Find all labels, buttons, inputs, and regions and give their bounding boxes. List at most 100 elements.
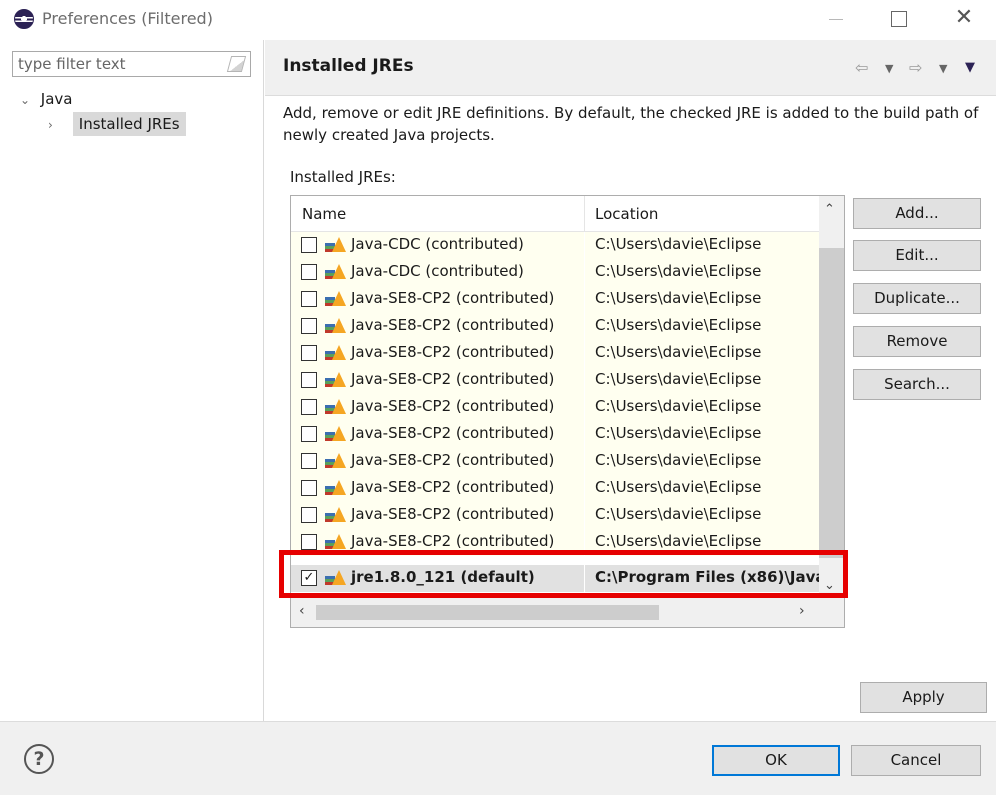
horizontal-scroll-thumb[interactable]	[316, 605, 659, 620]
name-cell[interactable]: Java-SE8-CP2 (contributed)	[291, 529, 584, 556]
duplicate-button[interactable]: Duplicate...	[853, 283, 981, 314]
scroll-down-icon[interactable]: ⌄	[824, 578, 835, 593]
tree-item-installed-jres[interactable]: › Installed JREs	[48, 112, 186, 136]
name-cell[interactable]: Java-SE8-CP2 (contributed)	[291, 502, 584, 529]
location-cell[interactable]: C:\Program Files (x86)\Java\	[585, 565, 819, 592]
table-row[interactable]: Java-SE8-CP2 (contributed) C:\Users\davie…	[291, 475, 819, 502]
checkbox[interactable]	[301, 399, 317, 415]
checkbox[interactable]	[301, 534, 317, 550]
location-cell[interactable]: C:\Users\davie\Eclipse	[585, 340, 819, 367]
vertical-scrollbar[interactable]: ⌃ ⌄	[819, 196, 844, 598]
ok-button[interactable]: OK	[712, 745, 840, 776]
table-row[interactable]: Java-SE8-CP2 (contributed) C:\Users\davie…	[291, 502, 819, 529]
checkbox[interactable]	[301, 480, 317, 496]
location-cell[interactable]: C:\Users\davie\Eclipse	[585, 394, 819, 421]
name-cell[interactable]: Java-SE8-CP2 (contributed)	[291, 421, 584, 448]
location-cell[interactable]: C:\Users\davie\Eclipse	[585, 529, 819, 556]
back-arrow-icon[interactable]: ⇦	[855, 58, 868, 77]
column-separator[interactable]	[584, 196, 585, 232]
add-button[interactable]: Add...	[853, 198, 981, 229]
help-icon[interactable]: ?	[24, 744, 54, 774]
cancel-button[interactable]: Cancel	[851, 745, 981, 776]
checkbox[interactable]	[301, 426, 317, 442]
name-cell[interactable]: ✓ jre1.8.0_121 (default)	[291, 565, 584, 592]
page-header: Installed JREs ⇦ ▼ ⇨ ▼ ▼	[265, 40, 996, 96]
checkbox[interactable]	[301, 291, 317, 307]
checkbox[interactable]	[301, 318, 317, 334]
vertical-scroll-thumb[interactable]	[819, 248, 844, 558]
name-cell[interactable]: Java-SE8-CP2 (contributed)	[291, 394, 584, 421]
jre-name: Java-SE8-CP2 (contributed)	[351, 343, 555, 361]
horizontal-scrollbar[interactable]: ‹ ›	[291, 598, 844, 627]
table-row[interactable]: Java-SE8-CP2 (contributed) C:\Users\davie…	[291, 367, 819, 394]
chevron-down-icon[interactable]: ⌄	[20, 88, 36, 112]
name-cell[interactable]: Java-SE8-CP2 (contributed)	[291, 286, 584, 313]
jre-table: Name Location Java-CDC (contributed) C:\U…	[290, 195, 845, 628]
forward-arrow-icon[interactable]: ⇨	[909, 58, 922, 77]
table-row[interactable]: Java-CDC (contributed) C:\Users\davie\Ecl…	[291, 232, 819, 259]
table-row[interactable]: Java-CDC (contributed) C:\Users\davie\Ecl…	[291, 259, 819, 286]
name-cell[interactable]: Java-CDC (contributed)	[291, 232, 584, 259]
location-cell[interactable]: C:\Users\davie\Eclipse	[585, 259, 819, 286]
location-cell[interactable]: C:\Users\davie\Eclipse	[585, 286, 819, 313]
scroll-right-icon[interactable]: ›	[799, 603, 805, 619]
location-cell[interactable]: C:\Users\davie\Eclipse	[585, 232, 819, 259]
close-icon: ✕	[954, 5, 974, 30]
dialog-button-bar: ? OK Cancel	[0, 721, 996, 795]
checkbox[interactable]	[301, 237, 317, 253]
checkbox[interactable]	[301, 345, 317, 361]
maximize-button[interactable]	[878, 4, 918, 34]
jre-library-icon	[325, 534, 346, 550]
table-row[interactable]: Java-SE8-CP2 (contributed) C:\Users\davie…	[291, 394, 819, 421]
location-cell[interactable]: C:\Users\davie\Eclipse	[585, 367, 819, 394]
forward-dropdown-icon[interactable]: ▼	[939, 62, 947, 75]
chevron-right-icon[interactable]: ›	[48, 113, 64, 137]
view-menu-icon[interactable]: ▼	[965, 60, 975, 75]
name-cell[interactable]: Java-SE8-CP2 (contributed)	[291, 475, 584, 502]
jre-name: Java-SE8-CP2 (contributed)	[351, 316, 555, 334]
table-row[interactable]: Java-SE8-CP2 (contributed) C:\Users\davie…	[291, 448, 819, 475]
jre-location: C:\Users\davie\Eclipse	[595, 451, 762, 469]
scroll-up-icon[interactable]: ⌃	[824, 202, 835, 217]
installed-jres-label: Installed JREs:	[290, 168, 396, 186]
jre-library-icon	[325, 264, 346, 280]
location-cell[interactable]: C:\Users\davie\Eclipse	[585, 421, 819, 448]
checkbox[interactable]	[301, 372, 317, 388]
minimize-button[interactable]	[816, 4, 856, 34]
back-dropdown-icon[interactable]: ▼	[885, 62, 893, 75]
location-cell[interactable]: C:\Users\davie\Eclipse	[585, 502, 819, 529]
table-row[interactable]: ✓ jre1.8.0_121 (default) C:\Program Files …	[291, 565, 819, 592]
name-cell[interactable]: Java-CDC (contributed)	[291, 259, 584, 286]
location-cell[interactable]: C:\Users\davie\Eclipse	[585, 475, 819, 502]
jre-location: C:\Users\davie\Eclipse	[595, 343, 762, 361]
name-cell[interactable]: Java-SE8-CP2 (contributed)	[291, 340, 584, 367]
remove-button[interactable]: Remove	[853, 326, 981, 357]
jre-library-icon	[325, 237, 346, 253]
search-button[interactable]: Search...	[853, 369, 981, 400]
table-row[interactable]: Java-SE8-CP2 (contributed) C:\Users\davie…	[291, 313, 819, 340]
table-row[interactable]: Java-SE8-CP2 (contributed) C:\Users\davie…	[291, 529, 819, 556]
column-header-name[interactable]: Name	[302, 205, 346, 223]
checkbox[interactable]	[301, 453, 317, 469]
checkbox[interactable]	[301, 264, 317, 280]
close-button[interactable]: ✕	[944, 4, 984, 34]
jre-name: Java-SE8-CP2 (contributed)	[351, 424, 555, 442]
checkbox-checked[interactable]: ✓	[301, 570, 317, 586]
table-row[interactable]: Java-SE8-CP2 (contributed) C:\Users\davie…	[291, 340, 819, 367]
column-header-location[interactable]: Location	[595, 205, 658, 223]
location-cell[interactable]: C:\Users\davie\Eclipse	[585, 448, 819, 475]
tree-item-java[interactable]: ⌄ Java	[20, 87, 72, 111]
table-row[interactable]: Java-SE8-CP2 (contributed) C:\Users\davie…	[291, 286, 819, 313]
checkbox[interactable]	[301, 507, 317, 523]
name-cell[interactable]: Java-SE8-CP2 (contributed)	[291, 367, 584, 394]
name-cell[interactable]: Java-SE8-CP2 (contributed)	[291, 448, 584, 475]
scroll-left-icon[interactable]: ‹	[299, 603, 305, 619]
edit-button[interactable]: Edit...	[853, 240, 981, 271]
jre-name: jre1.8.0_121 (default)	[351, 568, 535, 586]
clear-filter-icon[interactable]	[226, 56, 247, 72]
location-cell[interactable]: C:\Users\davie\Eclipse	[585, 313, 819, 340]
filter-input[interactable]	[18, 53, 218, 75]
name-cell[interactable]: Java-SE8-CP2 (contributed)	[291, 313, 584, 340]
table-row[interactable]: Java-SE8-CP2 (contributed) C:\Users\davie…	[291, 421, 819, 448]
apply-button[interactable]: Apply	[860, 682, 987, 713]
